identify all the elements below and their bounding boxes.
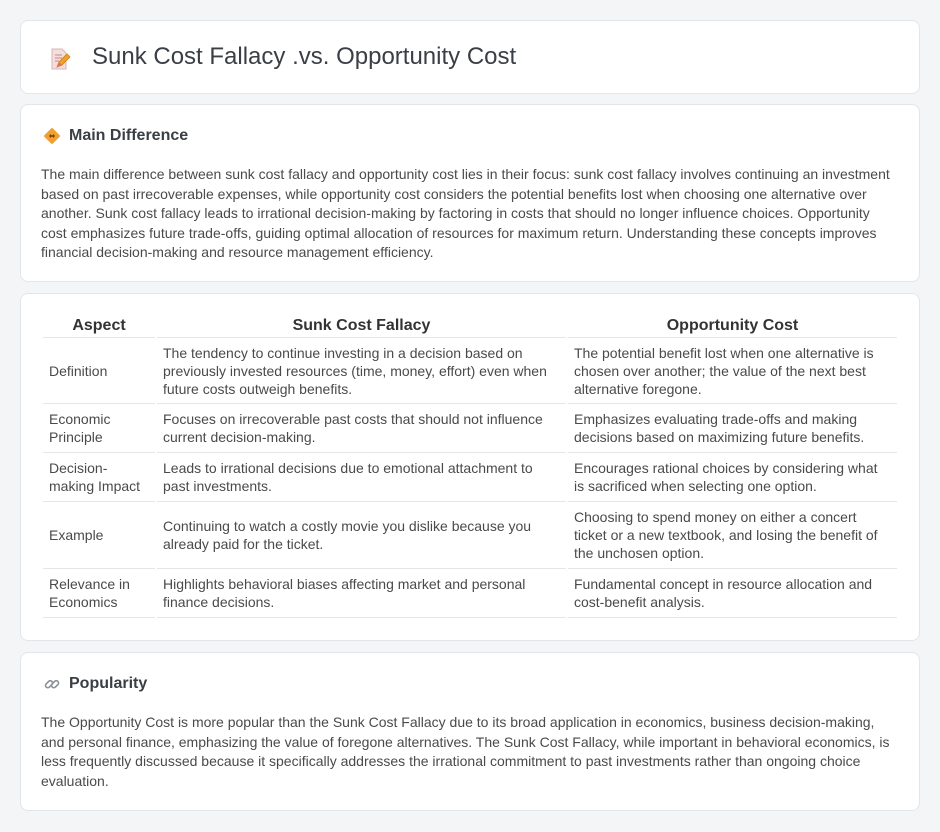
row-aspect: Example bbox=[43, 502, 155, 569]
diamond-arrows-icon bbox=[43, 127, 61, 145]
comparison-section: Aspect Sunk Cost Fallacy Opportunity Cos… bbox=[20, 293, 920, 641]
header-sunk-cost: Sunk Cost Fallacy bbox=[157, 316, 566, 338]
popularity-heading: Popularity bbox=[69, 675, 148, 692]
main-difference-section: Main Difference The main difference betw… bbox=[20, 104, 920, 282]
popularity-header: Popularity bbox=[43, 675, 147, 693]
comparison-table: Aspect Sunk Cost Fallacy Opportunity Cos… bbox=[41, 316, 899, 618]
row-aspect: Economic Principle bbox=[43, 404, 155, 453]
row-sunk-cost: Focuses on irrecoverable past costs that… bbox=[157, 404, 566, 453]
link-icon bbox=[43, 675, 61, 693]
table-row: Example Continuing to watch a costly mov… bbox=[43, 502, 897, 569]
row-sunk-cost: Highlights behavioral biases affecting m… bbox=[157, 569, 566, 618]
row-aspect: Decision-making Impact bbox=[43, 453, 155, 502]
table-row: Economic Principle Focuses on irrecovera… bbox=[43, 404, 897, 453]
row-sunk-cost: Leads to irrational decisions due to emo… bbox=[157, 453, 566, 502]
table-row: Decision-making Impact Leads to irration… bbox=[43, 453, 897, 502]
row-opportunity-cost: Choosing to spend money on either a conc… bbox=[568, 502, 897, 569]
table-row: Relevance in Economics Highlights behavi… bbox=[43, 569, 897, 618]
row-sunk-cost: Continuing to watch a costly movie you d… bbox=[157, 502, 566, 569]
main-difference-header: Main Difference bbox=[43, 127, 188, 145]
header-aspect: Aspect bbox=[43, 316, 155, 338]
main-difference-text: The main difference between sunk cost fa… bbox=[41, 166, 890, 260]
title-card: Sunk Cost Fallacy .vs. Opportunity Cost bbox=[20, 20, 920, 94]
row-opportunity-cost: Emphasizes evaluating trade-offs and mak… bbox=[568, 404, 897, 453]
page-title: Sunk Cost Fallacy .vs. Opportunity Cost bbox=[92, 43, 517, 70]
row-opportunity-cost: The potential benefit lost when one alte… bbox=[568, 338, 897, 404]
popularity-section: Popularity The Opportunity Cost is more … bbox=[20, 652, 920, 811]
table-header-row: Aspect Sunk Cost Fallacy Opportunity Cos… bbox=[43, 316, 897, 338]
popularity-text: The Opportunity Cost is more popular tha… bbox=[41, 714, 890, 789]
row-opportunity-cost: Fundamental concept in resource allocati… bbox=[568, 569, 897, 618]
main-difference-heading: Main Difference bbox=[69, 127, 189, 144]
table-row: Definition The tendency to continue inve… bbox=[43, 338, 897, 404]
row-sunk-cost: The tendency to continue investing in a … bbox=[157, 338, 566, 404]
header-opportunity-cost: Opportunity Cost bbox=[568, 316, 897, 338]
row-opportunity-cost: Encourages rational choices by consideri… bbox=[568, 453, 897, 502]
document-pencil-icon bbox=[47, 47, 71, 71]
row-aspect: Definition bbox=[43, 338, 155, 404]
row-aspect: Relevance in Economics bbox=[43, 569, 155, 618]
